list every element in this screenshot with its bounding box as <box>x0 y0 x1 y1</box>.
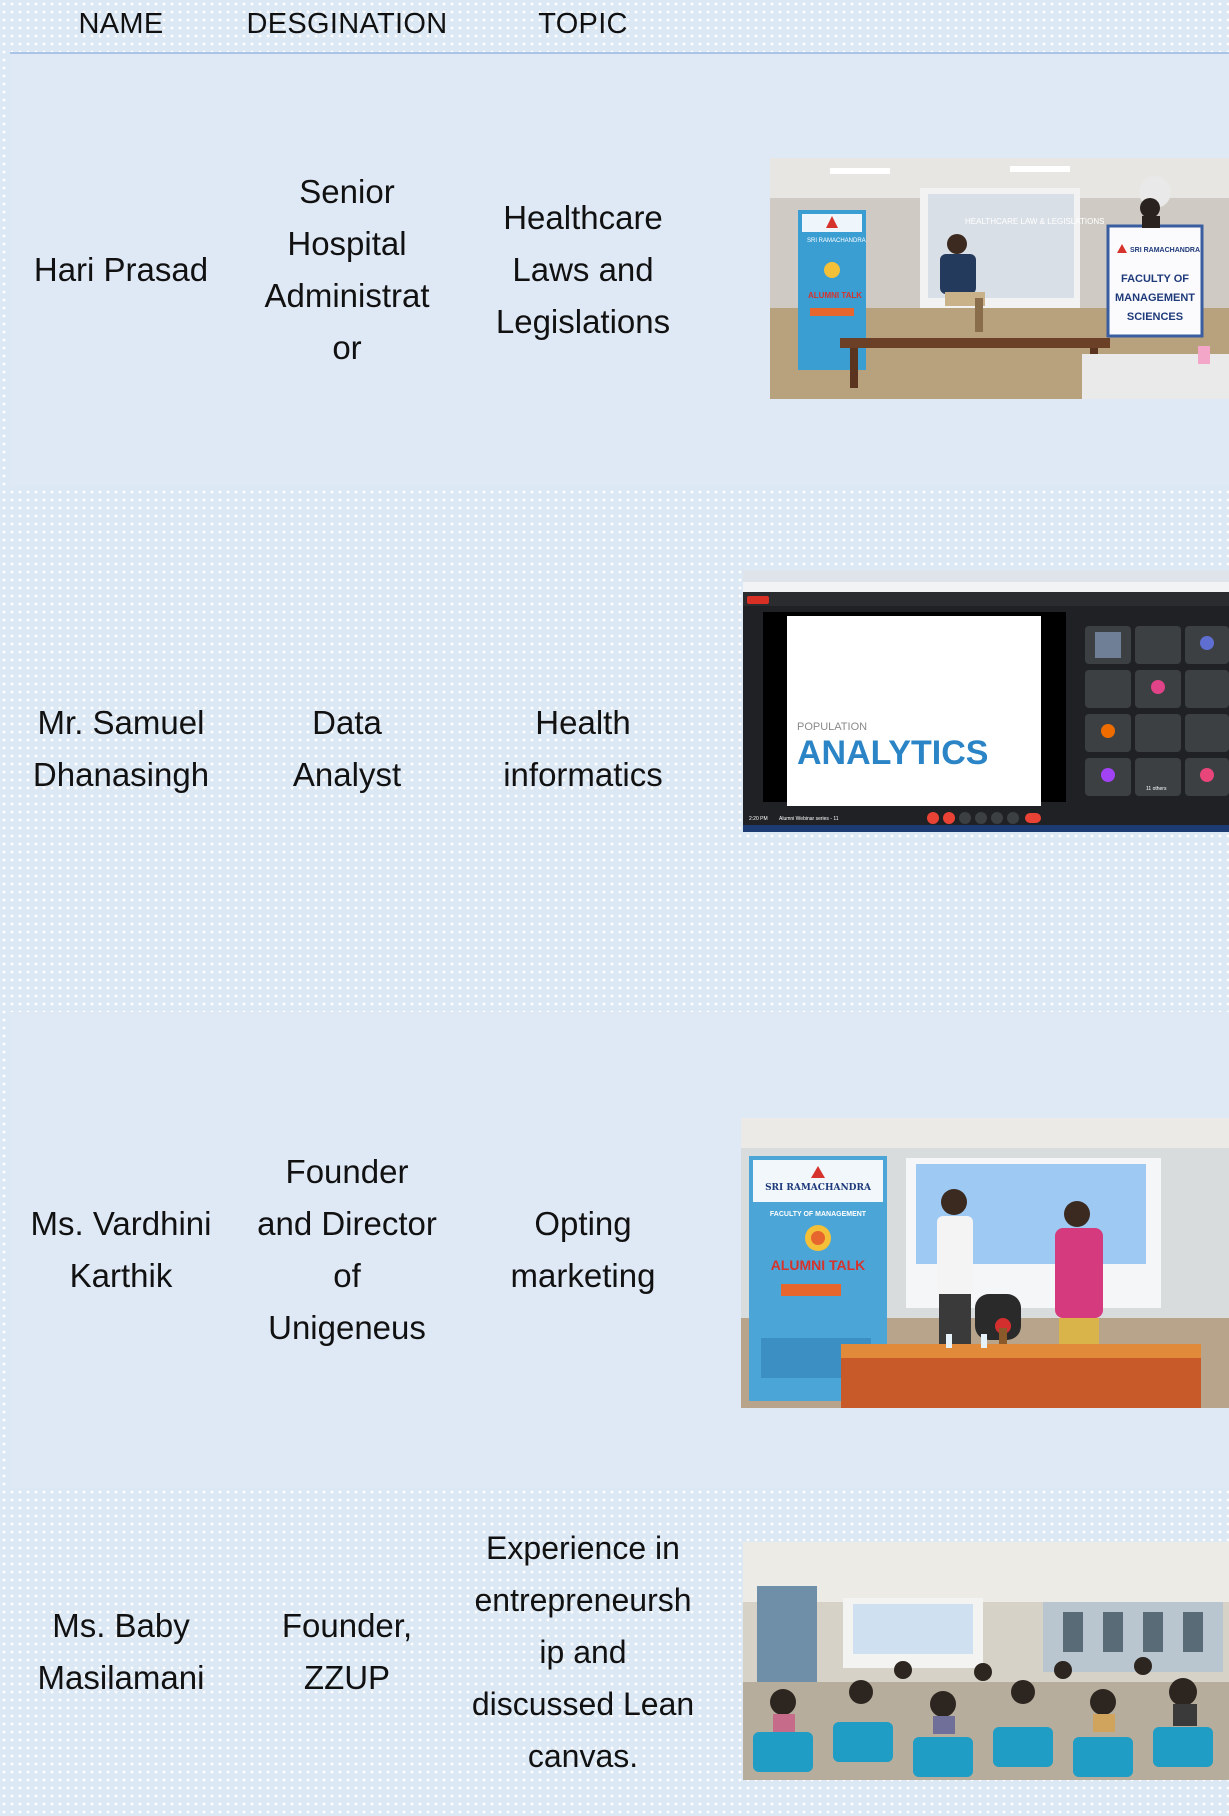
table-row: Ms. Baby Masilamani Founder, ZZUP Experi… <box>10 1488 1229 1796</box>
svg-text:2:20 PM: 2:20 PM <box>749 816 768 822</box>
svg-text:ALUMNI TALK: ALUMNI TALK <box>771 1257 866 1273</box>
svg-text:HEALTHCARE LAW & LEGISLATIONS: HEALTHCARE LAW & LEGISLATIONS <box>965 217 1104 226</box>
talk-topic: Healthcare Laws and Legislations <box>495 199 671 340</box>
svg-text:Alumni Webinar series - 11: Alumni Webinar series - 11 <box>779 816 839 822</box>
speaker-name: Ms. Vardhini Karthik <box>30 1205 212 1294</box>
table-row: Mr. Samuel Dhanasingh Data Analyst Healt… <box>10 486 1229 1012</box>
svg-text:11 others: 11 others <box>1146 786 1167 792</box>
speaker-name: Hari Prasad <box>33 251 209 288</box>
speaker-designation: Senior Hospital Administrat or <box>264 173 430 366</box>
svg-text:SRI RAMACHANDRA: SRI RAMACHANDRA <box>765 1183 872 1193</box>
svg-text:SRI RAMACHANDRA: SRI RAMACHANDRA <box>1130 247 1200 254</box>
table-row: Hari Prasad Senior Hospital Administrat … <box>10 54 1229 486</box>
webinar-screenshot: POPULATION ANALYTICS 11 others 2:20 PM A… <box>743 570 1229 832</box>
talk-topic: Health informatics <box>503 704 663 793</box>
talk-topic: Opting marketing <box>510 1205 656 1294</box>
svg-text:ANALYTICS: ANALYTICS <box>797 734 988 772</box>
svg-text:SCIENCES: SCIENCES <box>1127 311 1183 323</box>
event-photo <box>743 1542 1229 1780</box>
event-photo: SRI RAMACHANDRA FACULTY OF MANAGEMENT AL… <box>741 1118 1229 1408</box>
svg-text:POPULATION: POPULATION <box>797 721 867 733</box>
speaker-name: Mr. Samuel Dhanasingh <box>32 704 210 793</box>
svg-text:ALUMNI TALK: ALUMNI TALK <box>808 291 862 300</box>
header-topic: TOPIC <box>538 8 628 40</box>
svg-text:SRI RAMACHANDRA: SRI RAMACHANDRA <box>807 238 866 244</box>
svg-text:FACULTY OF MANAGEMENT: FACULTY OF MANAGEMENT <box>770 1211 867 1218</box>
svg-text:MANAGEMENT: MANAGEMENT <box>1115 292 1195 304</box>
table-header: NAME DESGINATION TOPIC <box>10 0 1229 54</box>
speaker-designation: Founder, ZZUP <box>281 1607 413 1696</box>
speaker-designation: Founder and Director of Unigeneus <box>257 1153 437 1346</box>
svg-text:FACULTY OF: FACULTY OF <box>1121 273 1189 285</box>
event-photo: HEALTHCARE LAW & LEGISLATIONS SRI RAMACH… <box>770 158 1229 399</box>
speaker-name: Ms. Baby Masilamani <box>37 1607 205 1696</box>
talk-topic: Experience in entrepreneursh ip and disc… <box>471 1530 695 1774</box>
header-name: NAME <box>78 8 164 40</box>
speaker-designation: Data Analyst <box>292 704 402 793</box>
header-designation: DESGINATION <box>246 8 448 40</box>
table-row: Ms. Vardhini Karthik Founder and Directo… <box>10 1012 1229 1488</box>
